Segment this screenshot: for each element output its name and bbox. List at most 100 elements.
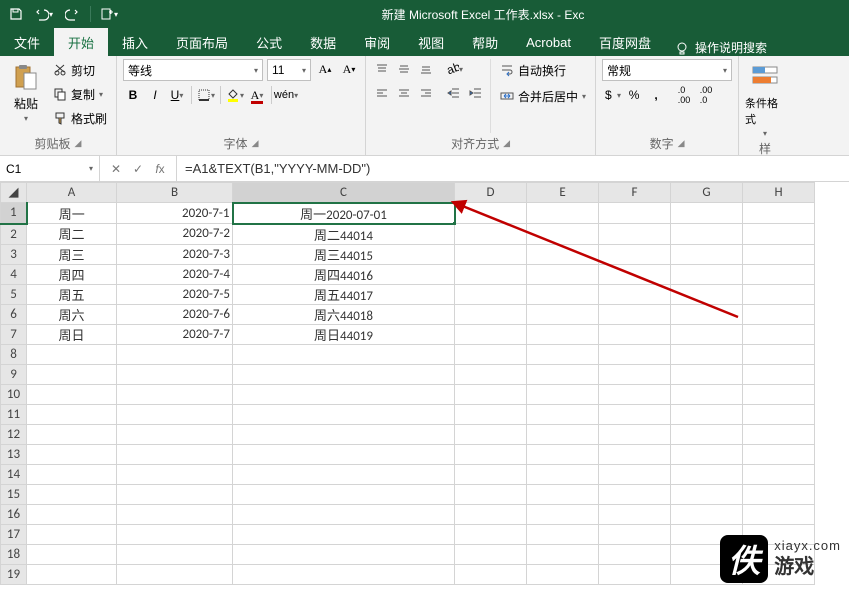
- conditional-format-button[interactable]: 条件格式 ▾: [745, 59, 785, 138]
- cell-D19[interactable]: [455, 564, 527, 584]
- paste-button[interactable]: 粘贴 ▾: [6, 59, 46, 133]
- cell-A11[interactable]: [27, 404, 117, 424]
- row-header-12[interactable]: 12: [1, 424, 27, 444]
- cut-button[interactable]: 剪切: [50, 59, 110, 81]
- cell-D17[interactable]: [455, 524, 527, 544]
- cell-B5[interactable]: 2020-7-5: [117, 284, 233, 304]
- cell-A2[interactable]: 周二: [27, 224, 117, 245]
- cell-H9[interactable]: [743, 364, 815, 384]
- cell-E18[interactable]: [527, 544, 599, 564]
- row-header-8[interactable]: 8: [1, 344, 27, 364]
- cell-G14[interactable]: [671, 464, 743, 484]
- row-header-14[interactable]: 14: [1, 464, 27, 484]
- cell-C13[interactable]: [233, 444, 455, 464]
- increase-indent-button[interactable]: [466, 83, 486, 103]
- align-top-button[interactable]: [372, 59, 392, 79]
- cell-G16[interactable]: [671, 504, 743, 524]
- cell-C9[interactable]: [233, 364, 455, 384]
- row-header-1[interactable]: 1: [1, 203, 27, 224]
- cell-F7[interactable]: [599, 324, 671, 344]
- cell-A16[interactable]: [27, 504, 117, 524]
- cell-D7[interactable]: [455, 324, 527, 344]
- col-header-D[interactable]: D: [455, 183, 527, 203]
- bold-button[interactable]: B: [123, 85, 143, 105]
- cell-G8[interactable]: [671, 344, 743, 364]
- cell-C17[interactable]: [233, 524, 455, 544]
- cell-F17[interactable]: [599, 524, 671, 544]
- cell-E8[interactable]: [527, 344, 599, 364]
- cell-F10[interactable]: [599, 384, 671, 404]
- cell-E5[interactable]: [527, 284, 599, 304]
- cell-E6[interactable]: [527, 304, 599, 324]
- cell-H5[interactable]: [743, 284, 815, 304]
- cell-D12[interactable]: [455, 424, 527, 444]
- cell-G11[interactable]: [671, 404, 743, 424]
- cell-F11[interactable]: [599, 404, 671, 424]
- cell-A19[interactable]: [27, 564, 117, 584]
- cell-C3[interactable]: 周三44015: [233, 244, 455, 264]
- tab-pagelayout[interactable]: 页面布局: [162, 28, 242, 56]
- cell-B11[interactable]: [117, 404, 233, 424]
- row-header-15[interactable]: 15: [1, 484, 27, 504]
- cell-A3[interactable]: 周三: [27, 244, 117, 264]
- row-header-4[interactable]: 4: [1, 264, 27, 284]
- cell-B15[interactable]: [117, 484, 233, 504]
- cell-H11[interactable]: [743, 404, 815, 424]
- row-header-17[interactable]: 17: [1, 524, 27, 544]
- merge-center-button[interactable]: 合并后居中▾: [497, 85, 589, 107]
- cell-B7[interactable]: 2020-7-7: [117, 324, 233, 344]
- cell-G7[interactable]: [671, 324, 743, 344]
- tab-view[interactable]: 视图: [404, 28, 458, 56]
- cell-B4[interactable]: 2020-7-4: [117, 264, 233, 284]
- cell-E17[interactable]: [527, 524, 599, 544]
- cell-F1[interactable]: [599, 203, 671, 224]
- cell-H15[interactable]: [743, 484, 815, 504]
- tab-review[interactable]: 审阅: [350, 28, 404, 56]
- cell-B8[interactable]: [117, 344, 233, 364]
- cell-B18[interactable]: [117, 544, 233, 564]
- italic-button[interactable]: I: [145, 85, 165, 105]
- align-middle-button[interactable]: [394, 59, 414, 79]
- tab-acrobat[interactable]: Acrobat: [512, 28, 585, 56]
- phonetic-button[interactable]: wén▾: [276, 85, 296, 105]
- cell-B17[interactable]: [117, 524, 233, 544]
- row-header-9[interactable]: 9: [1, 364, 27, 384]
- cell-B10[interactable]: [117, 384, 233, 404]
- border-button[interactable]: ▾: [196, 85, 216, 105]
- cell-E15[interactable]: [527, 484, 599, 504]
- increase-decimal-button[interactable]: .0.00: [674, 85, 694, 105]
- cell-B3[interactable]: 2020-7-3: [117, 244, 233, 264]
- cell-D5[interactable]: [455, 284, 527, 304]
- col-header-A[interactable]: A: [27, 183, 117, 203]
- cell-G10[interactable]: [671, 384, 743, 404]
- cell-E13[interactable]: [527, 444, 599, 464]
- col-header-B[interactable]: B: [117, 183, 233, 203]
- cell-C8[interactable]: [233, 344, 455, 364]
- cell-A6[interactable]: 周六: [27, 304, 117, 324]
- cell-H7[interactable]: [743, 324, 815, 344]
- align-right-button[interactable]: [416, 83, 436, 103]
- cell-A14[interactable]: [27, 464, 117, 484]
- cell-E3[interactable]: [527, 244, 599, 264]
- cell-H8[interactable]: [743, 344, 815, 364]
- cell-A4[interactable]: 周四: [27, 264, 117, 284]
- underline-button[interactable]: U▾: [167, 85, 187, 105]
- wrap-text-button[interactable]: 自动换行: [497, 59, 589, 81]
- cell-F9[interactable]: [599, 364, 671, 384]
- increase-font-button[interactable]: A▴: [315, 59, 335, 79]
- cell-H6[interactable]: [743, 304, 815, 324]
- cell-D10[interactable]: [455, 384, 527, 404]
- cell-F8[interactable]: [599, 344, 671, 364]
- copy-button[interactable]: 复制▾: [50, 83, 110, 105]
- cell-F16[interactable]: [599, 504, 671, 524]
- cell-A8[interactable]: [27, 344, 117, 364]
- comma-format-button[interactable]: ,: [646, 85, 666, 105]
- cell-F15[interactable]: [599, 484, 671, 504]
- row-header-19[interactable]: 19: [1, 564, 27, 584]
- cell-E16[interactable]: [527, 504, 599, 524]
- redo-button[interactable]: [60, 3, 84, 25]
- row-header-2[interactable]: 2: [1, 224, 27, 245]
- cancel-button[interactable]: ✕: [106, 159, 126, 179]
- save-button[interactable]: [4, 3, 28, 25]
- fill-handle[interactable]: [452, 221, 455, 224]
